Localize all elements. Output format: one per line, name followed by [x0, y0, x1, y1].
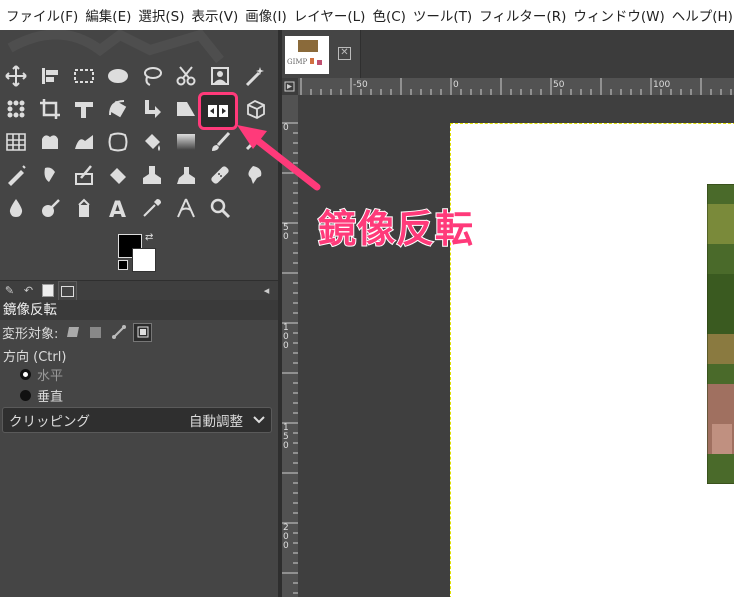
ruler-label: 2 0 0 — [283, 523, 289, 551]
menu-bar: ファイル(F) 編集(E) 選択(S) 表示(V) 画像(I) レイヤー(L) … — [0, 0, 734, 30]
menu-filters[interactable]: フィルター(R) — [472, 5, 566, 25]
measure-tool-icon[interactable] — [174, 196, 198, 220]
fuzzy-select-icon[interactable] — [242, 64, 266, 88]
thumbnail-mark — [317, 60, 322, 65]
radio-vertical[interactable]: 垂直 — [20, 386, 63, 405]
clipping-value: 自動調整 — [189, 414, 243, 430]
ruler-label: 5 0 — [283, 223, 289, 242]
menu-view[interactable]: 表示(V) — [185, 5, 239, 25]
chevron-down-icon — [253, 416, 265, 424]
transform-image-icon[interactable] — [133, 322, 153, 342]
thumbnail-mark — [310, 58, 314, 64]
tool-options-panel: 鏡像反転 変形対象: 方向 (Ctrl) 水平 垂直 クリッピング 自動調整 — [0, 300, 278, 597]
menu-windows[interactable]: ウィンドウ(W) — [566, 5, 664, 25]
foreground-select-icon[interactable] — [208, 64, 232, 88]
menu-file[interactable]: ファイル(F) — [0, 5, 78, 25]
text-tool-icon[interactable]: A — [106, 196, 130, 220]
transform-selection-icon[interactable] — [87, 324, 104, 341]
image-layer — [450, 123, 734, 597]
menu-help[interactable]: ヘルプ(H) — [665, 5, 733, 25]
ruler-label: 1 0 0 — [283, 323, 289, 351]
background-color-swatch[interactable] — [132, 248, 156, 272]
dock-tab-bar: ✎ ↶ ◂ — [0, 280, 278, 302]
paths-tool-icon[interactable] — [106, 130, 130, 154]
bucket-fill-icon[interactable] — [140, 130, 164, 154]
radio-horizontal-label: 水平 — [37, 369, 64, 384]
ruler-label: -50 — [353, 80, 368, 90]
blur-tool-icon[interactable] — [4, 196, 28, 220]
annotation-label: 鏡像反転 — [317, 206, 475, 252]
ink-tool-icon[interactable] — [38, 163, 62, 187]
menu-color[interactable]: 色(C) — [365, 5, 405, 25]
menu-edit[interactable]: 編集(E) — [78, 5, 131, 25]
transform-layer-icon[interactable] — [64, 324, 81, 341]
horizontal-ruler: -50 0 50 100 — [298, 78, 734, 95]
text-tool-special-icon[interactable] — [72, 196, 96, 220]
default-colors-icon[interactable] — [118, 260, 128, 270]
thumbnail-photo — [298, 40, 318, 52]
crop-tool-icon[interactable] — [38, 97, 62, 121]
mypaint-brush-icon[interactable] — [72, 163, 96, 187]
svg-text:A: A — [109, 198, 126, 219]
menu-tools[interactable]: ツール(T) — [406, 5, 472, 25]
menu-layer[interactable]: レイヤー(L) — [287, 5, 366, 25]
gradient-tool-icon[interactable] — [174, 130, 198, 154]
tool-options-title: 鏡像反転 — [0, 300, 278, 320]
dodge-burn-icon[interactable] — [38, 196, 62, 220]
radio-unselected-icon — [20, 390, 31, 401]
color-picker-icon[interactable] — [140, 196, 164, 220]
clipping-label: クリッピング — [9, 414, 90, 430]
clipping-dropdown[interactable]: クリッピング 自動調整 — [2, 407, 272, 433]
perspective-tool-icon[interactable] — [174, 97, 198, 121]
image-tab-bar: GIMP ✕ — [282, 30, 734, 78]
tab-tool-options-icon[interactable] — [58, 281, 77, 302]
direction-label: 方向 (Ctrl) — [3, 350, 67, 365]
lasso-icon[interactable] — [140, 64, 164, 88]
perspective-clone-icon[interactable] — [174, 163, 198, 187]
warp-transform-icon[interactable] — [38, 130, 62, 154]
shear-tool-icon[interactable] — [140, 97, 164, 121]
ruler-label: 100 — [653, 80, 671, 90]
image-thumbnail: GIMP — [285, 36, 329, 74]
rect-select-icon[interactable] — [72, 64, 96, 88]
menu-image[interactable]: 画像(I) — [238, 5, 287, 25]
image-tab[interactable]: GIMP ✕ — [282, 30, 361, 78]
ruler-label: 0 — [453, 80, 459, 90]
ruler-label: 1 5 0 — [283, 423, 289, 451]
tab-brushes-icon[interactable]: ✎ — [1, 282, 18, 299]
tab-undo-icon[interactable]: ↶ — [20, 282, 37, 299]
annotation-arrow-icon — [237, 125, 321, 191]
zoom-tool-icon[interactable] — [208, 196, 232, 220]
eraser-icon[interactable] — [106, 163, 130, 187]
align-tool-icon[interactable] — [38, 64, 62, 88]
radio-selected-icon — [20, 369, 31, 380]
handle-transform-icon[interactable] — [72, 130, 96, 154]
move-tool-icon[interactable] — [4, 64, 28, 88]
radio-vertical-label: 垂直 — [37, 390, 64, 405]
swap-colors-icon[interactable]: ⇄ — [145, 232, 153, 243]
transform-path-icon[interactable] — [110, 324, 127, 341]
menu-select[interactable]: 選択(S) — [131, 5, 184, 25]
rotate-tool-icon[interactable] — [106, 97, 130, 121]
transform-target-row: 変形対象: — [2, 322, 153, 342]
scissors-icon[interactable] — [174, 64, 198, 88]
radio-horizontal[interactable]: 水平 — [20, 365, 63, 384]
dock-menu-icon[interactable]: ◂ — [258, 282, 275, 299]
airbrush-icon[interactable] — [4, 163, 28, 187]
thumbnail-text: GIMP — [287, 58, 308, 66]
ellipse-select-icon[interactable] — [106, 64, 130, 88]
close-tab-icon[interactable]: ✕ — [338, 47, 351, 60]
image-canvas[interactable] — [298, 95, 734, 597]
ruler-label: 50 — [553, 80, 565, 90]
unified-transform-icon[interactable] — [72, 97, 96, 121]
cage-transform-icon[interactable] — [4, 130, 28, 154]
clone-tool-icon[interactable] — [140, 163, 164, 187]
transform-label: 変形対象: — [2, 326, 59, 342]
tab-images-icon[interactable] — [39, 282, 56, 299]
photo-layer — [707, 184, 734, 484]
ruler-corner[interactable] — [282, 78, 298, 95]
color-select-icon[interactable] — [4, 97, 28, 121]
